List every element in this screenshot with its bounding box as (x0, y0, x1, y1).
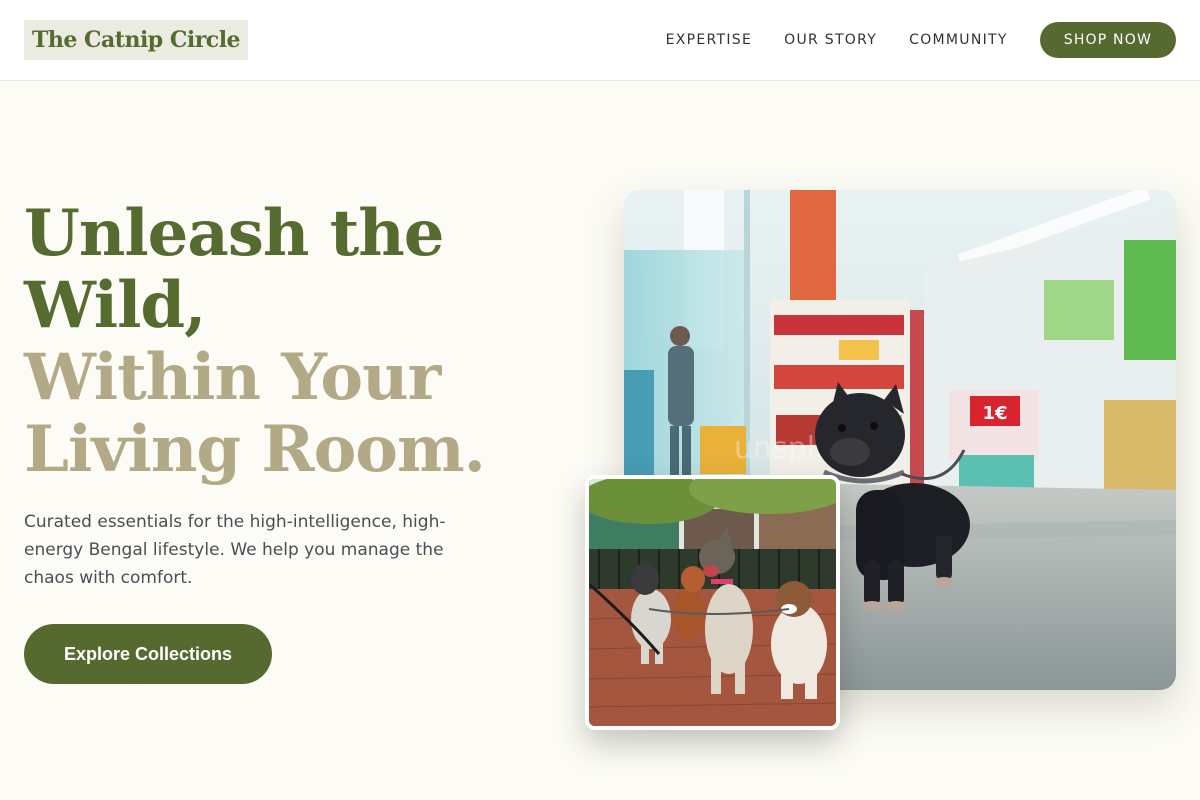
headline-line-1: Unleash the (24, 196, 445, 271)
inset-image-dogs-park (585, 475, 840, 730)
nav-link-expertise[interactable]: EXPERTISE (666, 32, 753, 48)
hero-subtext: Curated essentials for the high-intellig… (24, 512, 446, 588)
nav-link-our-story[interactable]: OUR STORY (784, 32, 877, 48)
main-nav: EXPERTISE OUR STORY COMMUNITY SHOP NOW (666, 22, 1176, 58)
logo[interactable]: The Catnip Circle (24, 20, 249, 60)
price-sign-text: 1€ (982, 403, 1007, 424)
site-header: The Catnip Circle EXPERTISE OUR STORY CO… (0, 0, 1200, 81)
shop-now-button[interactable]: SHOP NOW (1039, 22, 1176, 58)
nav-link-community[interactable]: COMMUNITY (909, 32, 1008, 48)
hero-headline: Unleash the Wild, Within Your Living Roo… (24, 198, 544, 486)
explore-collections-button[interactable]: Explore Collections (24, 624, 272, 684)
headline-line-4: Living Room. (24, 412, 486, 487)
headline-line-3: Within Your (24, 340, 441, 415)
headline-line-2: Wild, (24, 268, 206, 343)
